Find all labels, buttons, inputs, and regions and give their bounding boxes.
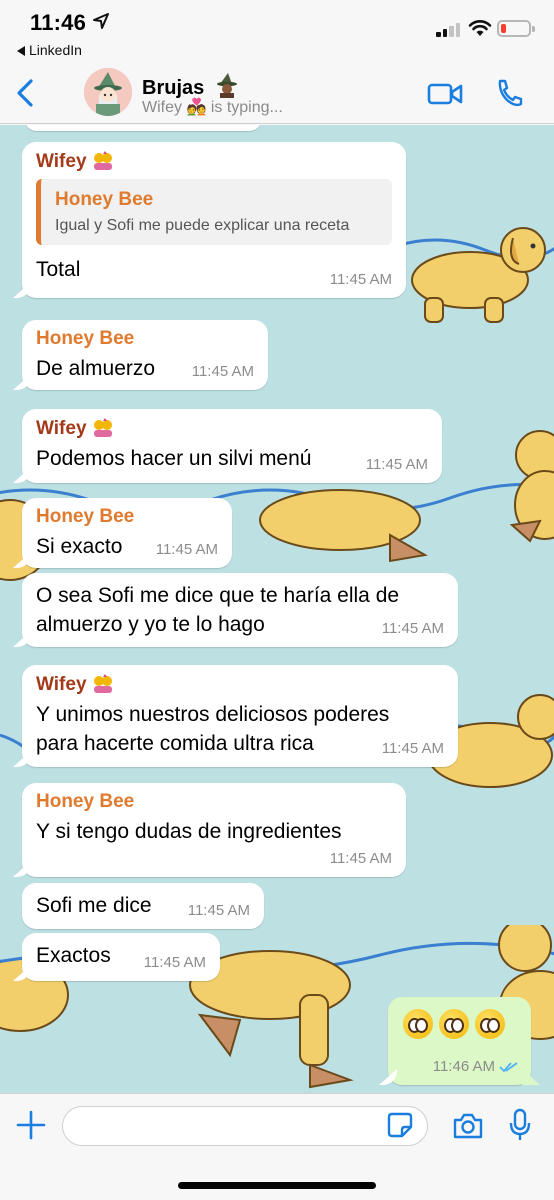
message-time: 11:45 AM: [381, 740, 444, 757]
sender-name: Honey Bee: [36, 791, 135, 812]
message-time: 11:45 AM: [365, 456, 428, 473]
witch-emoji-icon: [216, 73, 237, 98]
chat-messages[interactable]: Wifey Honey Bee Igual y Sofi me puede ex…: [0, 125, 554, 1093]
chat-header: Brujas Wifey 💑 is typing...: [0, 62, 554, 124]
message-bubble[interactable]: Honey Bee Si exacto 11:45 AM: [22, 498, 232, 568]
quoted-text: Igual y Sofi me puede explicar una recet…: [55, 217, 350, 234]
message-time: 11:45 AM: [187, 902, 250, 919]
back-chevron-icon[interactable]: [14, 78, 36, 108]
message-text: Y si tengo dudas de ingredientes: [36, 820, 342, 843]
group-avatar[interactable]: [84, 68, 132, 116]
sticker-icon[interactable]: [386, 1111, 414, 1139]
signal-icon: [436, 21, 462, 37]
message-text: Sofi me dice: [36, 894, 152, 917]
wifi-icon: [468, 20, 492, 36]
message-input[interactable]: [62, 1106, 428, 1146]
message-time: 11:45 AM: [381, 620, 444, 637]
sender-name: Wifey: [36, 417, 428, 440]
message-time: 11:46 AM: [432, 1058, 495, 1075]
message-text: Exactos: [36, 944, 111, 967]
message-input-bar: [0, 1093, 554, 1200]
location-arrow-icon: [93, 13, 109, 29]
sender-name: Wifey: [36, 673, 444, 696]
chat-title[interactable]: Brujas: [142, 72, 240, 100]
back-app-label: LinkedIn: [29, 42, 82, 58]
chat-title-text: Brujas: [142, 77, 205, 99]
dog-wallpaper-illustration: [395, 227, 554, 323]
message-bubble[interactable]: Honey Bee Y si tengo dudas de ingredient…: [22, 783, 406, 877]
sender-name: Honey Bee: [36, 328, 135, 349]
dog-wallpaper-illustration: [259, 489, 428, 563]
couple-kiss-emoji-icon: [93, 418, 112, 437]
message-bubble[interactable]: O sea Sofi me dice que te haría ella de …: [22, 573, 458, 647]
dog-wallpaper-illustration: [509, 430, 554, 543]
status-time: 11:46: [30, 10, 87, 35]
pleading-face-emojis: [400, 1009, 521, 1039]
message-bubble[interactable]: Exactos 11:45 AM: [22, 933, 220, 981]
microphone-icon[interactable]: [508, 1108, 532, 1142]
message-text: Si exacto: [36, 535, 123, 558]
back-triangle-icon: [17, 46, 25, 56]
back-to-app-link[interactable]: LinkedIn: [17, 42, 82, 58]
witch-avatar-icon: [84, 68, 132, 116]
pleading-face-emoji-icon: [403, 1009, 433, 1039]
quoted-sender: Honey Bee: [55, 189, 154, 210]
plus-icon[interactable]: [16, 1110, 46, 1140]
message-bubble[interactable]: Sofi me dice 11:45 AM: [22, 883, 264, 929]
message-bubble-clipped[interactable]: [24, 125, 262, 131]
message-text: Podemos hacer un silvi menú: [36, 447, 312, 470]
message-bubble[interactable]: Wifey Y unimos nuestros deliciosos poder…: [22, 665, 458, 767]
quoted-message[interactable]: Honey Bee Igual y Sofi me puede explicar…: [36, 179, 392, 245]
video-call-icon[interactable]: [427, 82, 463, 106]
sender-name: Honey Bee: [36, 506, 135, 527]
couple-kiss-emoji-icon: [93, 674, 112, 693]
sender-name: Wifey: [36, 150, 392, 173]
couple-kiss-emoji-icon: [93, 151, 112, 170]
status-bar: 11:46 LinkedIn: [0, 0, 554, 62]
read-double-check-icon: [499, 1062, 518, 1073]
camera-icon[interactable]: [452, 1112, 484, 1140]
message-bubble[interactable]: Honey Bee De almuerzo 11:45 AM: [22, 320, 268, 390]
pleading-face-emoji-icon: [439, 1009, 469, 1039]
message-time: 11:45 AM: [155, 541, 218, 558]
message-text: Total: [36, 258, 81, 281]
battery-icon: [497, 20, 535, 37]
message-bubble[interactable]: Wifey Honey Bee Igual y Sofi me puede ex…: [22, 142, 406, 298]
message-text-line: Y unimos nuestros deliciosos poderes: [36, 703, 390, 726]
message-text: De almuerzo: [36, 357, 156, 380]
home-indicator[interactable]: [178, 1182, 376, 1189]
pleading-face-emoji-icon: [475, 1009, 505, 1039]
message-time: 11:45 AM: [143, 954, 206, 971]
message-text-line: O sea Sofi me dice que te haría ella de: [36, 584, 400, 607]
message-time: 11:45 AM: [329, 850, 392, 867]
typing-status: Wifey 💑 is typing...: [142, 99, 283, 116]
message-bubble[interactable]: Wifey Podemos hacer un silvi menú 11:45 …: [22, 409, 442, 483]
message-time: 11:45 AM: [329, 271, 392, 288]
phone-call-icon[interactable]: [495, 78, 523, 108]
message-time: 11:45 AM: [191, 363, 254, 380]
outgoing-message-bubble[interactable]: 11:46 AM: [388, 997, 531, 1085]
